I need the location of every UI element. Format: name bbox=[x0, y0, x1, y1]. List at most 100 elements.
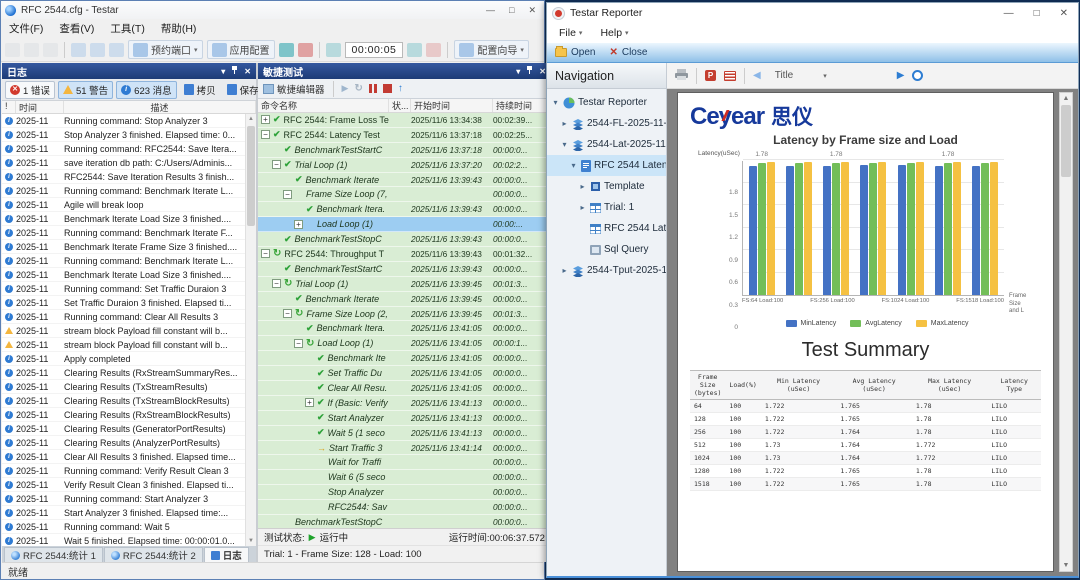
tree-row[interactable]: ✔Set Traffic Du2025/11/6 13:41:0500:00:0… bbox=[258, 366, 551, 381]
log-row[interactable]: i2025-11Clearing Results (GeneratorPortR… bbox=[2, 422, 245, 436]
help-menu[interactable]: Help ▾ bbox=[600, 27, 628, 39]
start-test-icon[interactable] bbox=[326, 43, 341, 57]
log-row[interactable]: i2025-11Benchmark Iterate Load Size 3 fi… bbox=[2, 212, 245, 226]
tree-down-arrow-icon[interactable]: ▾ bbox=[560, 140, 569, 149]
nav-item-2544-lat-2025-11-06[interactable]: ▾2544-Lat-2025-11-06 bbox=[547, 134, 666, 155]
tree-row[interactable]: Wait for Traffi00:00:0... bbox=[258, 455, 551, 470]
log-row[interactable]: i2025-11Clearing Results (TxStreamResult… bbox=[2, 380, 245, 394]
export-pdf-icon[interactable] bbox=[724, 71, 736, 81]
collapse-icon[interactable]: − bbox=[283, 309, 292, 318]
tree-row[interactable]: −↻RFC 2544: Throughput T2025/11/6 13:39:… bbox=[258, 247, 551, 262]
open-file-icon[interactable] bbox=[24, 43, 39, 57]
play-icon[interactable]: ▶ bbox=[342, 83, 349, 94]
warnings-filter-button[interactable]: 51 警告 bbox=[58, 81, 113, 99]
tree-row[interactable]: −✔RFC 2544: Latency Test2025/11/6 13:37:… bbox=[258, 128, 551, 143]
tree-row[interactable]: −Frame Size Loop (7,00:00:0... bbox=[258, 187, 551, 202]
log-row[interactable]: i2025-11Clear All Results 3 finished. El… bbox=[2, 450, 245, 464]
log-row[interactable]: i2025-11Agile will break loop bbox=[2, 198, 245, 212]
loop-icon[interactable]: ↻ bbox=[354, 83, 362, 94]
tree-down-arrow-icon[interactable]: ▾ bbox=[569, 161, 578, 170]
tree-row[interactable]: ✔BenchmarkTestStartC2025/11/6 13:39:4300… bbox=[258, 262, 551, 277]
log-row[interactable]: i2025-11Running command: Wait 5 bbox=[2, 520, 245, 534]
upload-icon[interactable]: ↑ bbox=[398, 83, 403, 94]
tree-row[interactable]: ✔Wait 5 (1 seco2025/11/6 13:41:1300:00:0… bbox=[258, 426, 551, 441]
tree-right-arrow-icon[interactable]: ▸ bbox=[560, 266, 569, 275]
bottom-tab-2[interactable]: 日志 bbox=[204, 547, 249, 562]
log-row[interactable]: i2025-11Benchmark Iterate Load Size 3 fi… bbox=[2, 268, 245, 282]
tree-row[interactable]: BenchmarkTestStopC00:00:0... bbox=[258, 515, 551, 528]
bottom-tab-0[interactable]: RFC 2544:统计 1 bbox=[4, 547, 103, 562]
log-row[interactable]: i2025-11save iteration db path: C:/Users… bbox=[2, 156, 245, 170]
copy-log-button[interactable]: 拷贝 bbox=[180, 82, 220, 98]
tree-row[interactable]: ✔Start Analyzer2025/11/6 13:41:1300:00:0… bbox=[258, 411, 551, 426]
panel-close-icon[interactable]: ✕ bbox=[244, 67, 251, 76]
save-log-button[interactable]: 保存 bbox=[223, 82, 263, 98]
nav-item-2544-tput-2025-11-[interactable]: ▸2544-Tput-2025-11- bbox=[547, 260, 666, 281]
stop-test-icon[interactable] bbox=[426, 43, 441, 57]
tree-right-arrow-icon[interactable]: ▸ bbox=[578, 203, 587, 212]
nav-item-rfc-2544-latency-t[interactable]: RFC 2544 Latency T bbox=[547, 218, 666, 239]
copy-icon[interactable] bbox=[90, 43, 105, 57]
panel-close-icon[interactable]: ✕ bbox=[539, 67, 546, 76]
reserve-port-button[interactable]: 预约端口 ▾ bbox=[128, 40, 203, 59]
expand-icon[interactable]: + bbox=[261, 115, 270, 124]
file-menu[interactable]: File ▾ bbox=[559, 27, 582, 39]
col-start-time[interactable]: 开始时间 bbox=[411, 99, 493, 112]
tree-down-arrow-icon[interactable]: ▾ bbox=[551, 98, 560, 107]
scroll-thumb[interactable] bbox=[1061, 105, 1071, 177]
nav-item-testar-reporter[interactable]: ▾Testar Reporter bbox=[547, 92, 666, 113]
tree-row[interactable]: −✔Trial Loop (1)2025/11/6 13:37:2000:02:… bbox=[258, 158, 551, 173]
tree-row[interactable]: ✔Benchmark Iterate2025/11/6 13:39:4500:0… bbox=[258, 292, 551, 307]
connect-port-icon[interactable] bbox=[279, 43, 294, 57]
nav-item-2544-fl-2025-11-06[interactable]: ▸2544-FL-2025-11-06 bbox=[547, 113, 666, 134]
collapse-icon[interactable]: − bbox=[261, 130, 270, 139]
log-col-bang[interactable]: ! bbox=[2, 101, 16, 113]
nav-item-trial-1[interactable]: ▸Trial: 1 bbox=[547, 197, 666, 218]
scroll-up-icon[interactable]: ▲ bbox=[246, 114, 256, 124]
log-row[interactable]: i2025-11Clearing Results (TxStreamBlockR… bbox=[2, 394, 245, 408]
open-report-button[interactable]: Open bbox=[555, 47, 595, 58]
tree-row[interactable]: −↻Load Loop (1)2025/11/6 13:41:0500:00:1… bbox=[258, 336, 551, 351]
close-report-button[interactable]: ✕ Close bbox=[609, 47, 647, 58]
log-row[interactable]: i2025-11RFC2544: Save Iteration Results … bbox=[2, 170, 245, 184]
agile-editor-button[interactable]: 敏捷编辑器 bbox=[263, 82, 325, 96]
messages-filter-button[interactable]: i 623 消息 bbox=[116, 81, 177, 99]
log-row[interactable]: i2025-11Stop Analyzer 3 finished. Elapse… bbox=[2, 128, 245, 142]
tree-row[interactable]: ✔Benchmark Itera.2025/11/6 13:41:0500:00… bbox=[258, 321, 551, 336]
nav-item-rfc-2544-latency-s[interactable]: ▾RFC 2544 Latency S bbox=[547, 155, 666, 176]
stop-icon[interactable] bbox=[383, 84, 392, 93]
report-scrollbar[interactable]: ▲ ▼ bbox=[1059, 92, 1073, 572]
panel-menu-icon[interactable]: ▾ bbox=[516, 67, 520, 76]
export-ppt-icon[interactable]: P bbox=[705, 70, 716, 81]
log-row[interactable]: i2025-11Clearing Results (RxStreamSummar… bbox=[2, 366, 245, 380]
pin-icon[interactable] bbox=[526, 66, 533, 76]
expand-icon[interactable]: + bbox=[294, 220, 303, 229]
tree-row[interactable]: Wait 6 (5 seco00:00:0... bbox=[258, 470, 551, 485]
log-row[interactable]: 2025-11stream block Payload fill constan… bbox=[2, 324, 245, 338]
log-row[interactable]: 2025-11stream block Payload fill constan… bbox=[2, 338, 245, 352]
log-row[interactable]: i2025-11Running command: Stop Analyzer 3 bbox=[2, 114, 245, 128]
col-status[interactable]: 状... bbox=[389, 99, 411, 112]
section-select[interactable]: Title ▾ bbox=[769, 69, 889, 82]
pause-test-icon[interactable] bbox=[407, 43, 422, 57]
config-wizard-button[interactable]: 配置向导 ▾ bbox=[454, 40, 529, 59]
next-section-icon[interactable]: ▶ bbox=[897, 70, 905, 81]
log-row[interactable]: i2025-11Running command: Benchmark Itera… bbox=[2, 226, 245, 240]
log-row[interactable]: i2025-11Clearing Results (AnalyzerPortRe… bbox=[2, 436, 245, 450]
bottom-tab-1[interactable]: RFC 2544:统计 2 bbox=[104, 547, 203, 562]
collapse-icon[interactable]: − bbox=[294, 339, 303, 348]
menu-item-3[interactable]: 帮助(H) bbox=[161, 21, 197, 36]
collapse-icon[interactable]: − bbox=[261, 249, 270, 258]
maximize-button[interactable]: □ bbox=[1034, 8, 1040, 19]
apply-config-button[interactable]: 应用配置 bbox=[207, 40, 275, 59]
paste-icon[interactable] bbox=[109, 43, 124, 57]
log-row[interactable]: i2025-11Apply completed bbox=[2, 352, 245, 366]
menu-item-2[interactable]: 工具(T) bbox=[110, 21, 144, 36]
tree-row[interactable]: −↻Trial Loop (1)2025/11/6 13:39:4500:01:… bbox=[258, 277, 551, 292]
panel-menu-icon[interactable]: ▾ bbox=[221, 67, 225, 76]
log-row[interactable]: i2025-11Running command: Benchmark Itera… bbox=[2, 184, 245, 198]
tree-row[interactable]: ✔Benchmark Iterate2025/11/6 13:39:4300:0… bbox=[258, 173, 551, 188]
collapse-icon[interactable]: − bbox=[272, 279, 281, 288]
save-file-icon[interactable] bbox=[43, 43, 58, 57]
tree-right-arrow-icon[interactable]: ▸ bbox=[560, 119, 569, 128]
